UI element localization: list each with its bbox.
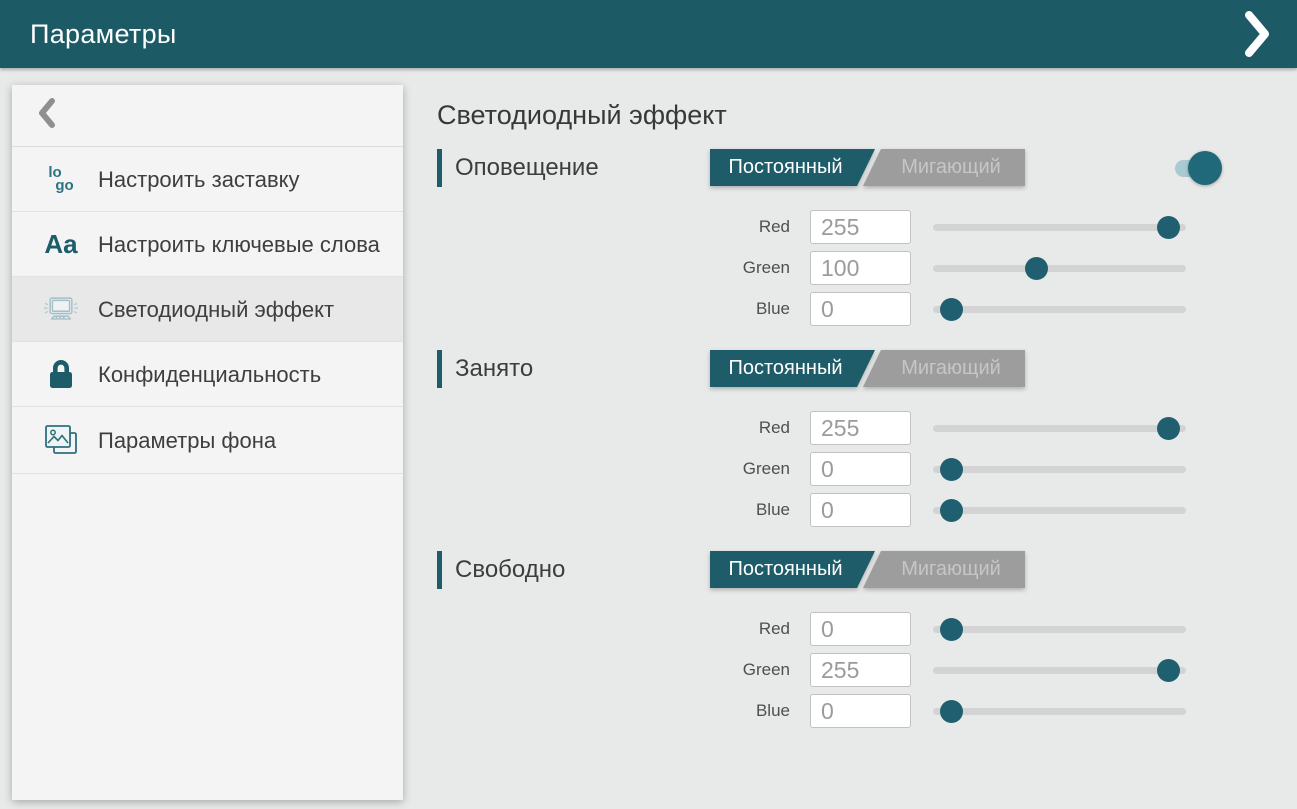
red-value-input[interactable] — [810, 612, 911, 646]
section-free: Свободно Постоянный Мигающий Red Green B… — [437, 551, 1222, 728]
green-channel-row: Green — [437, 653, 1222, 687]
sidebar-item-label: Конфиденциальность — [98, 361, 321, 388]
slider-thumb[interactable] — [940, 458, 963, 481]
mode-constant-button[interactable]: Постоянный — [710, 350, 875, 387]
forward-chevron-icon[interactable] — [1243, 10, 1271, 58]
red-slider[interactable] — [933, 411, 1186, 445]
sidebar-item-keywords[interactable]: Aa Настроить ключевые слова — [12, 212, 403, 277]
green-slider[interactable] — [933, 653, 1186, 687]
slider-track — [933, 667, 1186, 674]
green-label: Green — [437, 660, 790, 680]
blue-channel-row: Blue — [437, 493, 1222, 527]
red-label: Red — [437, 418, 790, 438]
led-monitor-icon — [42, 293, 80, 325]
green-channel-row: Green — [437, 251, 1222, 285]
slider-thumb[interactable] — [1157, 659, 1180, 682]
sidebar-item-screensaver[interactable]: lo go Настроить заставку — [12, 147, 403, 212]
blue-label: Blue — [437, 701, 790, 721]
sidebar-item-privacy[interactable]: Конфиденциальность — [12, 342, 403, 407]
green-value-input[interactable] — [810, 251, 911, 285]
blue-value-input[interactable] — [810, 694, 911, 728]
slider-thumb[interactable] — [1157, 216, 1180, 239]
red-label: Red — [437, 217, 790, 237]
green-slider[interactable] — [933, 251, 1186, 285]
blue-channel-row: Blue — [437, 694, 1222, 728]
red-channel-row: Red — [437, 612, 1222, 646]
section-accent-bar — [437, 551, 442, 589]
slider-track — [933, 507, 1186, 514]
green-channel-row: Green — [437, 452, 1222, 486]
sidebar-item-led-effect[interactable]: Светодиодный эффект — [12, 277, 403, 342]
sidebar-item-label: Настроить ключевые слова — [98, 231, 380, 258]
switch-knob — [1188, 151, 1222, 185]
blue-value-input[interactable] — [810, 292, 911, 326]
blue-slider[interactable] — [933, 694, 1186, 728]
keywords-aa-icon: Aa — [42, 229, 80, 260]
slider-track — [933, 306, 1186, 313]
slider-track — [933, 466, 1186, 473]
lock-icon — [42, 358, 80, 390]
slider-track — [933, 224, 1186, 231]
green-slider[interactable] — [933, 452, 1186, 486]
red-slider[interactable] — [933, 210, 1186, 244]
logo-icon: lo go — [42, 166, 80, 192]
mode-blinking-button[interactable]: Мигающий — [863, 149, 1025, 186]
sidebar: lo go Настроить заставку Aa Настроить кл… — [12, 85, 403, 800]
slider-thumb[interactable] — [940, 618, 963, 641]
collapse-chevron-icon — [38, 97, 56, 134]
sidebar-item-background[interactable]: Параметры фона — [12, 407, 403, 474]
section-alert: Оповещение Постоянный Мигающий Red Green — [437, 149, 1222, 326]
section-name: Занято — [455, 355, 533, 383]
slider-thumb[interactable] — [1025, 257, 1048, 280]
red-channel-row: Red — [437, 411, 1222, 445]
section-accent-bar — [437, 149, 442, 187]
mode-constant-button[interactable]: Постоянный — [710, 551, 875, 588]
app-header: Параметры — [0, 0, 1297, 68]
blue-slider[interactable] — [933, 493, 1186, 527]
mode-constant-button[interactable]: Постоянный — [710, 149, 875, 186]
sidebar-collapse-button[interactable] — [12, 85, 403, 147]
page-title: Светодиодный эффект — [437, 100, 1222, 131]
red-slider[interactable] — [933, 612, 1186, 646]
alert-enable-switch[interactable] — [1175, 151, 1222, 185]
blue-value-input[interactable] — [810, 493, 911, 527]
mode-toggle: Постоянный Мигающий — [710, 149, 1025, 186]
sidebar-item-label: Параметры фона — [98, 427, 276, 454]
slider-thumb[interactable] — [1157, 417, 1180, 440]
mode-blinking-button[interactable]: Мигающий — [863, 350, 1025, 387]
green-label: Green — [437, 459, 790, 479]
slider-track — [933, 708, 1186, 715]
slider-thumb[interactable] — [940, 499, 963, 522]
red-value-input[interactable] — [810, 411, 911, 445]
mode-toggle: Постоянный Мигающий — [710, 551, 1025, 588]
green-label: Green — [437, 258, 790, 278]
app-title: Параметры — [30, 19, 177, 50]
red-channel-row: Red — [437, 210, 1222, 244]
background-images-icon — [42, 423, 80, 457]
slider-track — [933, 425, 1186, 432]
section-accent-bar — [437, 350, 442, 388]
red-value-input[interactable] — [810, 210, 911, 244]
slider-thumb[interactable] — [940, 700, 963, 723]
green-value-input[interactable] — [810, 452, 911, 486]
blue-slider[interactable] — [933, 292, 1186, 326]
mode-blinking-button[interactable]: Мигающий — [863, 551, 1025, 588]
mode-toggle: Постоянный Мигающий — [710, 350, 1025, 387]
blue-label: Blue — [437, 299, 790, 319]
slider-track — [933, 626, 1186, 633]
sidebar-item-label: Светодиодный эффект — [98, 296, 334, 323]
sidebar-item-label: Настроить заставку — [98, 166, 300, 193]
red-label: Red — [437, 619, 790, 639]
blue-channel-row: Blue — [437, 292, 1222, 326]
section-name: Оповещение — [455, 154, 599, 182]
section-name: Свободно — [455, 556, 565, 584]
slider-track — [933, 265, 1186, 272]
green-value-input[interactable] — [810, 653, 911, 687]
slider-thumb[interactable] — [940, 298, 963, 321]
section-busy: Занято Постоянный Мигающий Red Green Blu… — [437, 350, 1222, 527]
blue-label: Blue — [437, 500, 790, 520]
main-content: Светодиодный эффект Оповещение Постоянны… — [437, 100, 1222, 752]
